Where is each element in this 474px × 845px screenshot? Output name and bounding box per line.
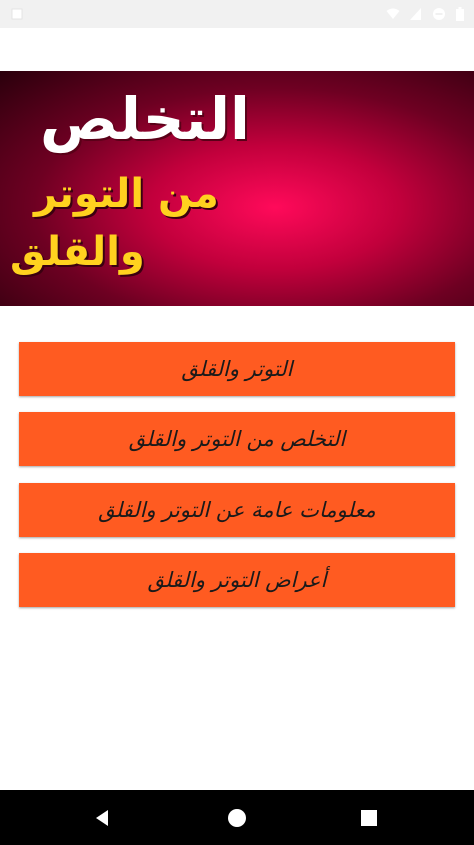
stress-anxiety-button-label: التوتر والقلق <box>181 357 293 381</box>
get-rid-of-stress-button-label: التخلص من التوتر والقلق <box>128 427 346 451</box>
get-rid-of-stress-button[interactable]: التخلص من التوتر والقلق <box>19 412 455 466</box>
status-bar <box>0 0 474 28</box>
general-info-button-label: معلومات عامة عن التوتر والقلق <box>98 498 376 522</box>
symptoms-button[interactable]: أعراض التوتر والقلق <box>19 553 455 607</box>
banner-subtitle-line-1: من التوتر <box>34 171 219 217</box>
banner-image: التخلص من التوتر والقلق <box>0 71 474 306</box>
notification-icon <box>10 7 24 21</box>
general-info-button[interactable]: معلومات عامة عن التوتر والقلق <box>19 483 455 537</box>
navigation-bar <box>0 790 474 845</box>
wifi-icon <box>386 8 400 20</box>
status-icons <box>386 6 464 22</box>
symptoms-button-label: أعراض التوتر والقلق <box>147 568 327 592</box>
block-icon <box>432 7 446 21</box>
battery-icon <box>456 7 464 21</box>
stress-anxiety-button[interactable]: التوتر والقلق <box>19 342 455 396</box>
back-icon[interactable] <box>89 804 117 832</box>
recent-apps-icon[interactable] <box>355 804 383 832</box>
banner-subtitle-line-2: والقلق <box>10 229 145 275</box>
banner-title: التخلص <box>40 85 250 153</box>
cellular-signal-icon <box>410 8 422 20</box>
home-icon[interactable] <box>223 804 251 832</box>
